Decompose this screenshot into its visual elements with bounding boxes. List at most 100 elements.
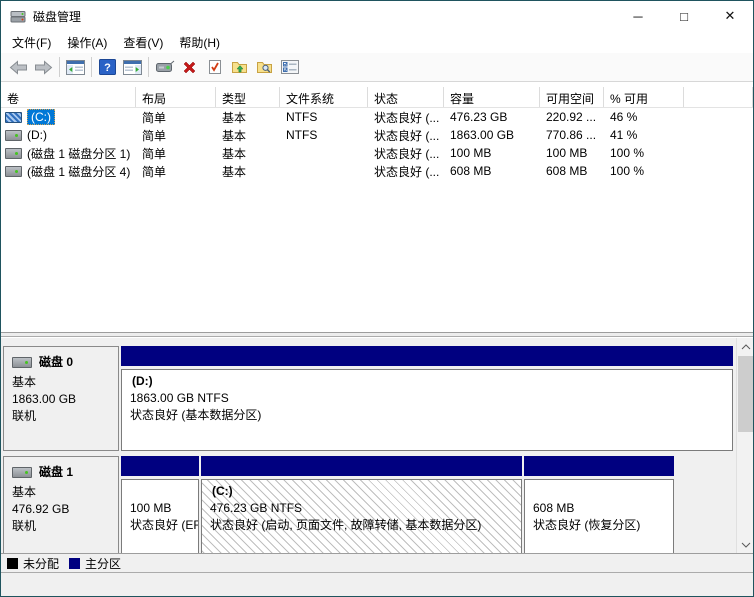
menubar: 文件(F) 操作(A) 查看(V) 帮助(H) <box>1 31 753 53</box>
volume-free-space: 220.92 ... <box>546 110 597 124</box>
legend-bar: 未分配 主分区 <box>1 553 753 572</box>
volume-name: (C:) <box>27 109 55 125</box>
volume-status: 状态良好 (... <box>374 164 440 179</box>
legend-label: 未分配 <box>23 556 60 571</box>
volume-free-space: 100 MB <box>546 146 588 160</box>
disk-0-header[interactable]: 磁盘 0 基本 1863.00 GB 联机 <box>3 346 119 451</box>
volume-row-partition1[interactable]: (磁盘 1 磁盘分区 1) 简单 基本 状态良好 (... 100 MB 100… <box>1 144 753 162</box>
scroll-down-icon[interactable] <box>737 536 753 553</box>
minimize-button[interactable]: ─ <box>615 1 661 31</box>
volume-name: (磁盘 1 磁盘分区 1) <box>27 146 131 161</box>
folder-search-icon[interactable] <box>252 55 277 79</box>
disk-status: 联机 <box>12 519 37 533</box>
partition-info: 1863.00 GB NTFS <box>130 391 229 405</box>
action-pane-icon[interactable] <box>120 55 145 79</box>
legend-label: 主分区 <box>85 556 122 571</box>
maximize-button[interactable]: □ <box>661 1 707 31</box>
panel-splitter[interactable] <box>1 332 753 337</box>
volume-status: 状态良好 (... <box>374 110 440 125</box>
column-header-filler <box>684 87 753 107</box>
window-title: 磁盘管理 <box>33 9 82 24</box>
menu-file[interactable]: 文件(F) <box>4 31 59 54</box>
menu-view[interactable]: 查看(V) <box>115 31 171 54</box>
volume-pct-free: 41 % <box>610 128 638 142</box>
column-header-type[interactable]: 类型 <box>216 87 280 107</box>
volume-name: (磁盘 1 磁盘分区 4) <box>27 164 131 179</box>
forward-icon[interactable] <box>31 55 56 79</box>
disk-status: 联机 <box>12 409 37 423</box>
partition-recovery[interactable]: 608 MB 状态良好 (恢复分区) <box>524 456 674 553</box>
volume-type: 基本 <box>222 110 247 125</box>
disk-0-strip: (D:) 1863.00 GB NTFS 状态良好 (基本数据分区) <box>121 346 733 451</box>
partition-title <box>130 483 196 500</box>
volume-row-c[interactable]: (C:) 简单 基本 NTFS 状态良好 (... 476.23 GB 220.… <box>1 108 753 126</box>
partition-c[interactable]: (C:) 476.23 GB NTFS 状态良好 (启动, 页面文件, 故障转储… <box>201 456 522 553</box>
partition-d[interactable]: (D:) 1863.00 GB NTFS 状态良好 (基本数据分区) <box>121 346 733 451</box>
drive-icon <box>5 165 22 177</box>
volume-layout: 简单 <box>142 146 167 161</box>
primary-partition-color-swatch <box>69 557 81 569</box>
partition-header-bar <box>121 346 733 366</box>
column-header-capacity[interactable]: 容量 <box>444 87 540 107</box>
delete-volume-icon[interactable] <box>177 55 202 79</box>
partition-info: 100 MB <box>130 501 172 515</box>
partition-header-bar <box>121 456 199 476</box>
partition-status: 状态良好 (恢复分区) <box>533 518 641 532</box>
window-controls: ─ □ ✕ <box>615 1 753 31</box>
disk-size: 1863.00 GB <box>12 392 77 406</box>
partition-efi[interactable]: 100 MB 状态良好 (EFI 系 <box>121 456 199 553</box>
volume-pct-free: 100 % <box>610 146 645 160</box>
partition-status: 状态良好 (基本数据分区) <box>130 408 262 422</box>
volume-free-space: 608 MB <box>546 164 588 178</box>
column-header-filesystem[interactable]: 文件系统 <box>280 87 368 107</box>
volume-row-d[interactable]: (D:) 简单 基本 NTFS 状态良好 (... 1863.00 GB 770… <box>1 126 753 144</box>
menu-help[interactable]: 帮助(H) <box>171 31 228 54</box>
partition-title: (D:) <box>132 374 153 388</box>
partition-status: 状态良好 (启动, 页面文件, 故障转储, 基本数据分区) <box>210 518 482 532</box>
volume-pct-free: 100 % <box>610 164 645 178</box>
document-check-icon[interactable] <box>202 55 227 79</box>
volume-name: (D:) <box>27 128 47 142</box>
disk-size: 476.92 GB <box>12 502 70 516</box>
back-icon[interactable] <box>6 55 31 79</box>
volume-row-partition4[interactable]: (磁盘 1 磁盘分区 4) 简单 基本 状态良好 (... 608 MB 608… <box>1 162 753 180</box>
volume-layout: 简单 <box>142 128 167 143</box>
volume-status: 状态良好 (... <box>374 128 440 143</box>
drive-icon <box>5 111 22 123</box>
volume-type: 基本 <box>222 164 247 179</box>
disk-name: 磁盘 0 <box>39 355 74 369</box>
graphical-view: 磁盘 0 基本 1863.00 GB 联机 (D:) 1863.00 GB NT… <box>1 338 753 553</box>
column-header-free-space[interactable]: 可用空间 <box>540 87 604 107</box>
disk-management-app-icon <box>10 8 26 24</box>
column-header-volume[interactable]: 卷 <box>1 87 136 107</box>
disk-management-window: 磁盘管理 ─ □ ✕ 文件(F) 操作(A) 查看(V) 帮助(H) ? 卷 布… <box>0 0 754 597</box>
scroll-up-icon[interactable] <box>737 338 753 355</box>
device-icon[interactable] <box>152 55 177 79</box>
menu-action[interactable]: 操作(A) <box>59 31 115 54</box>
console-tree-icon[interactable] <box>63 55 88 79</box>
volume-layout: 简单 <box>142 110 167 125</box>
toolbar-separator <box>148 57 149 77</box>
partition-header-bar <box>201 456 522 476</box>
help-icon[interactable]: ? <box>95 55 120 79</box>
volume-filesystem: NTFS <box>286 128 318 142</box>
scrollbar-thumb[interactable] <box>738 356 753 432</box>
column-header-status[interactable]: 状态 <box>368 87 444 107</box>
disk-1-strip: 100 MB 状态良好 (EFI 系 (C:) 476.23 GB NTFS 状… <box>121 456 733 553</box>
volume-type: 基本 <box>222 128 247 143</box>
volume-capacity: 608 MB <box>450 164 492 178</box>
close-button[interactable]: ✕ <box>707 1 753 31</box>
volume-filesystem: NTFS <box>286 110 318 124</box>
volume-free-space: 770.86 ... <box>546 128 597 142</box>
checklist-icon[interactable] <box>277 55 302 79</box>
legend-primary-partition: 主分区 <box>69 555 121 572</box>
disk-0-row: 磁盘 0 基本 1863.00 GB 联机 (D:) 1863.00 GB NT… <box>3 346 733 451</box>
vertical-scrollbar[interactable] <box>736 338 753 553</box>
column-header-layout[interactable]: 布局 <box>136 87 216 107</box>
volume-capacity: 476.23 GB <box>450 110 508 124</box>
column-header-pct-free[interactable]: % 可用 <box>604 87 684 107</box>
disk-1-header[interactable]: 磁盘 1 基本 476.92 GB 联机 <box>3 456 119 553</box>
folder-up-icon[interactable] <box>227 55 252 79</box>
partition-title <box>533 483 671 500</box>
partition-info: 608 MB <box>533 501 575 515</box>
